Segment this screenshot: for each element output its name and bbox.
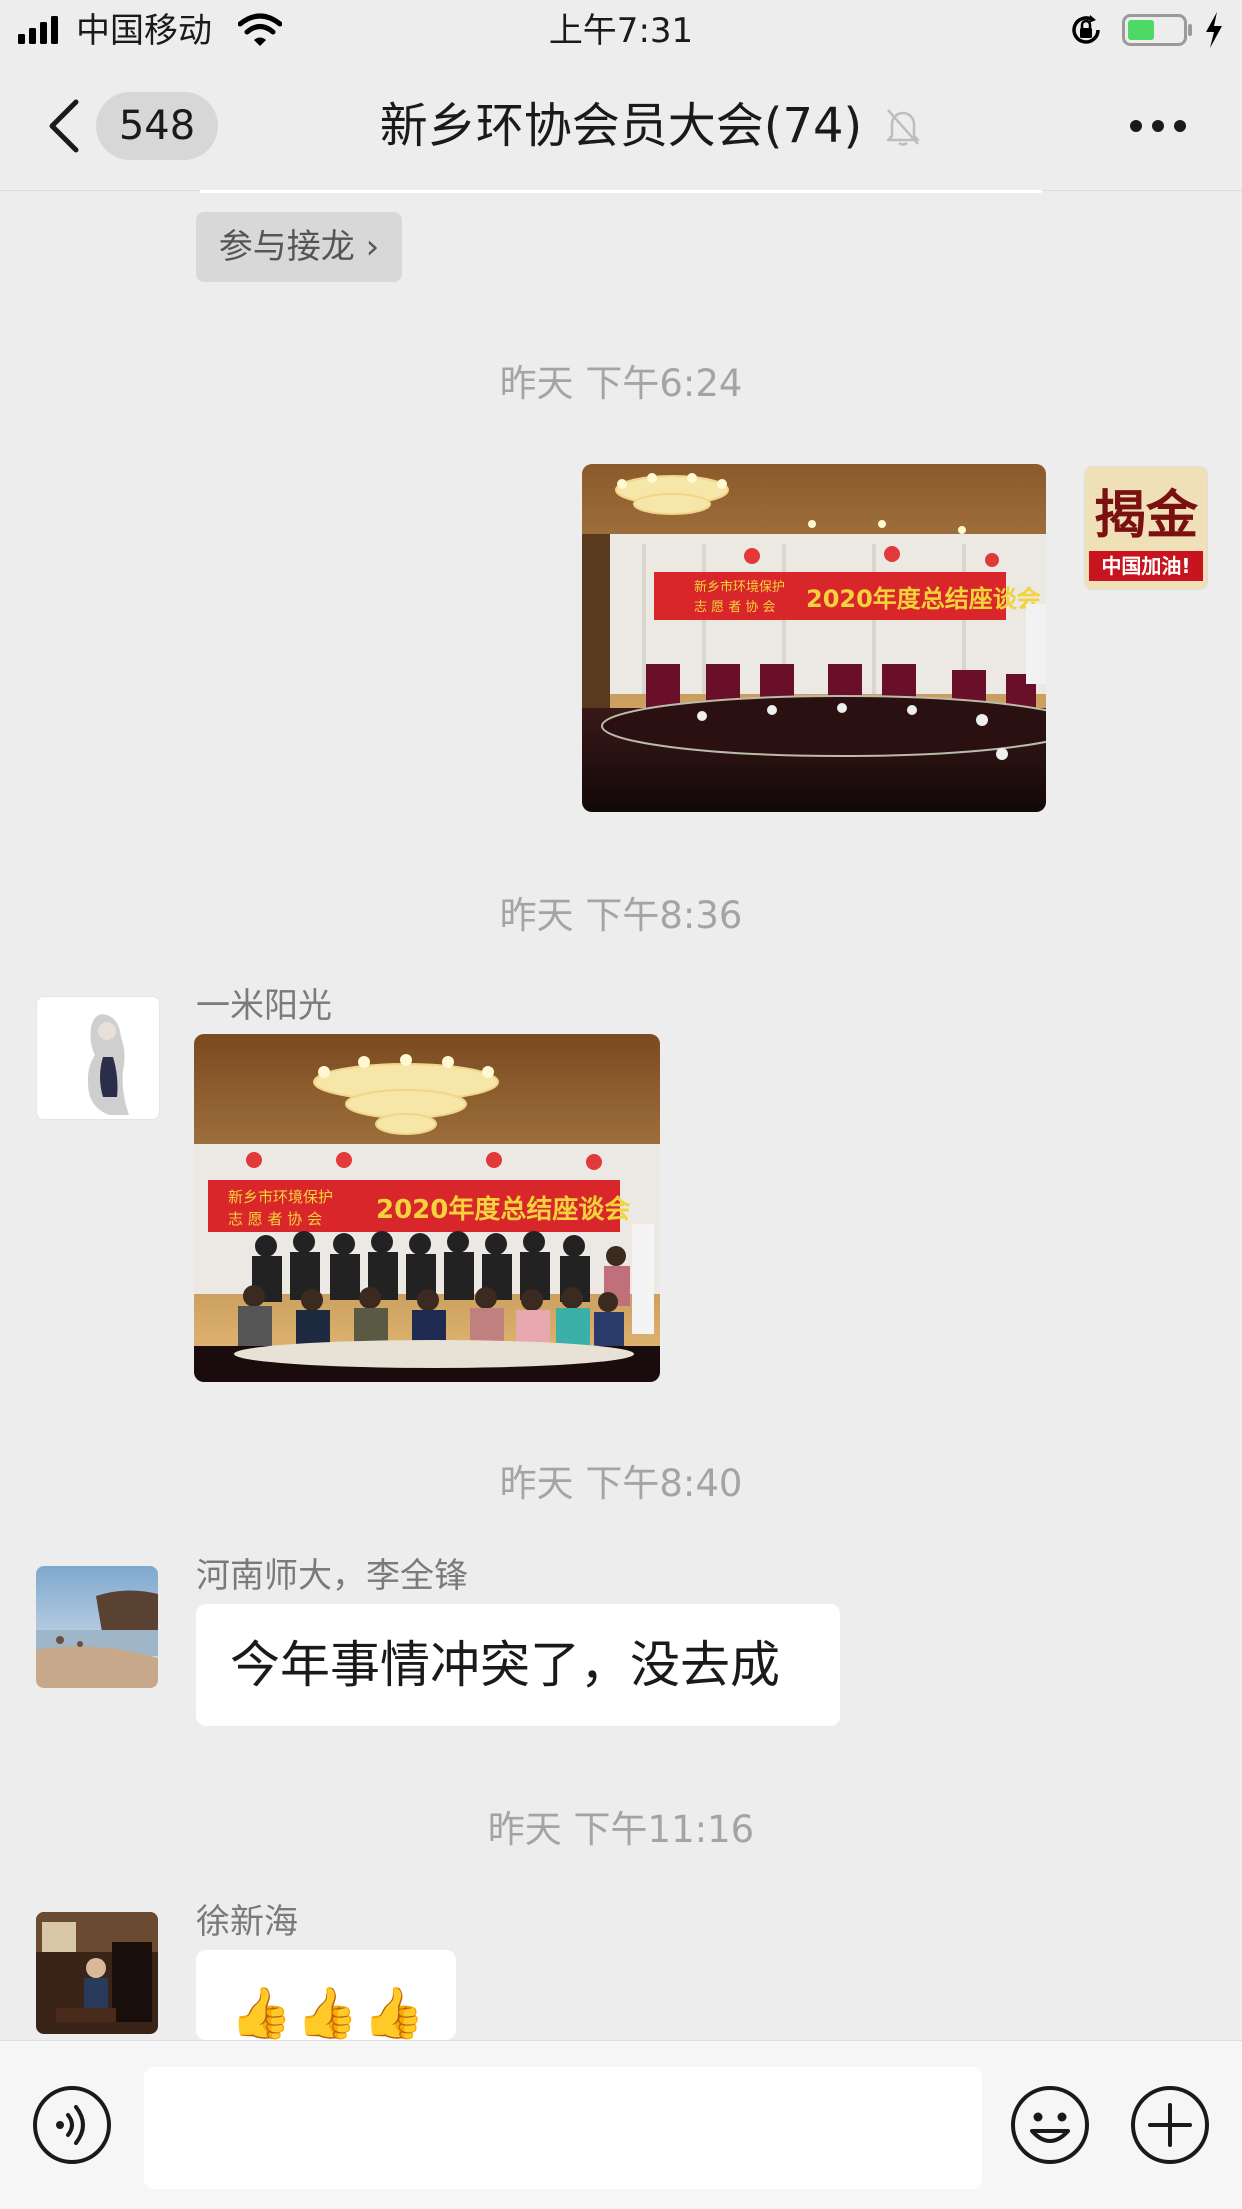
svg-text:2020年度总结座谈会: 2020年度总结座谈会 (376, 1194, 630, 1225)
beach-avatar-image (36, 1566, 158, 1688)
more-dots-icon[interactable] (1128, 118, 1188, 134)
svg-text:志 愿 者 协 会: 志 愿 者 协 会 (228, 1210, 322, 1228)
avatar[interactable] (36, 1912, 158, 2034)
timestamp: 昨天 下午8:36 (499, 894, 743, 937)
battery-icon (1122, 14, 1192, 46)
chat-title: 新乡环协会员大会(74) (379, 98, 863, 154)
emoji-bubble[interactable]: 👍👍👍 (196, 1950, 456, 2040)
svg-text:揭金: 揭金 (1094, 485, 1199, 546)
rotation-lock-icon (1072, 15, 1100, 44)
status-time: 上午7:31 (548, 11, 694, 51)
mute-bell-icon (886, 109, 920, 146)
avatar[interactable] (36, 996, 160, 1120)
svg-text:新乡市环境保护: 新乡市环境保护 (694, 579, 785, 595)
voice-icon[interactable] (32, 2085, 112, 2165)
message-text: 今年事情冲突了，没去成 (230, 1636, 780, 1694)
girl-sketch-avatar-image (37, 997, 159, 1119)
sender-name: 徐新海 (196, 1902, 298, 1942)
svg-text:中国加油!: 中国加油! (1101, 554, 1190, 578)
timestamp: 昨天 下午8:40 (499, 1462, 743, 1505)
text-bubble[interactable]: 今年事情冲突了，没去成 (196, 1604, 840, 1726)
sender-name: 河南师大，李全锋 (196, 1556, 468, 1596)
timestamp: 昨天 下午6:24 (499, 362, 743, 405)
status-bar: 中国移动 上午7:31 (0, 0, 1242, 62)
sender-name: 一米阳光 (196, 986, 332, 1026)
group-photo: 新乡市环境保护 志 愿 者 协 会 2020年度总结座谈会 (194, 1034, 660, 1382)
thumbs-up-emoji: 👍👍👍 (230, 1984, 429, 2040)
svg-text:新乡市环境保护: 新乡市环境保护 (228, 1188, 333, 1206)
svg-text:2020年度总结座谈会: 2020年度总结座谈会 (806, 585, 1041, 613)
banquet-room-photo: 新乡市环境保护 志 愿 者 协 会 2020年度总结座谈会 (582, 464, 1046, 812)
charging-icon (1206, 12, 1222, 48)
join-relay-button[interactable]: 参与接龙 › (196, 212, 402, 282)
photo-message[interactable]: 新乡市环境保护 志 愿 者 协 会 2020年度总结座谈会 (194, 1034, 660, 1382)
piano-avatar-image (36, 1912, 158, 2034)
calligraphy-avatar-image: 揭金 中国加油! (1085, 467, 1207, 589)
emoji-icon[interactable] (1010, 2085, 1090, 2165)
avatar[interactable] (36, 1566, 158, 1688)
plus-icon[interactable] (1130, 2085, 1210, 2165)
avatar[interactable]: 揭金 中国加油! (1084, 466, 1208, 590)
photo-message[interactable]: 新乡市环境保护 志 愿 者 协 会 2020年度总结座谈会 (582, 464, 1046, 812)
input-bar (0, 2040, 1242, 2209)
message-input[interactable] (144, 2067, 982, 2189)
message-divider (200, 190, 1042, 193)
nav-bar: 548 新乡环协会员大会(74) (0, 62, 1242, 191)
timestamp: 昨天 下午11:16 (487, 1808, 755, 1851)
svg-text:志 愿 者 协 会: 志 愿 者 协 会 (694, 600, 776, 615)
